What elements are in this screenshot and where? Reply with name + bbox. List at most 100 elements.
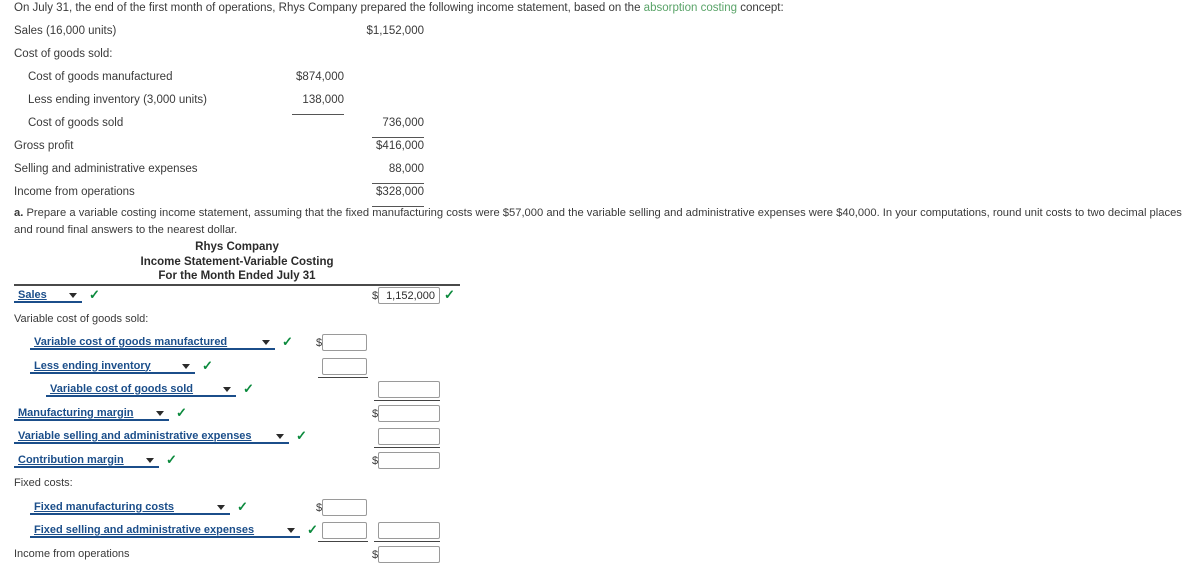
amount-checkmark-icon: ✓ [444, 288, 455, 302]
line-item-select[interactable]: Sales [14, 289, 82, 303]
given-statement-row: Selling and administrative expenses 88,00… [14, 160, 474, 183]
amount-input[interactable]: 1,152,000 [378, 287, 440, 304]
worksheet-row: Variable selling and administrative expe… [0, 427, 600, 451]
worksheet-row: Fixed selling and administrative expense… [0, 521, 600, 545]
amount-input[interactable] [322, 499, 367, 516]
checkmark-icon: ✓ [243, 382, 254, 396]
checkmark-icon: ✓ [166, 453, 177, 467]
amount-input[interactable] [322, 358, 367, 375]
worksheet-static-label: Fixed costs: [14, 477, 73, 489]
line-item-select[interactable]: Variable cost of goods manufactured [30, 336, 275, 350]
chevron-down-icon[interactable] [262, 340, 270, 345]
worksheet-period: For the Month Ended July 31 [14, 269, 460, 284]
line-item-select-value: Variable cost of goods sold [46, 383, 193, 395]
chevron-down-icon[interactable] [217, 505, 225, 510]
checkmark-icon: ✓ [237, 500, 248, 514]
question-paragraph: a. Prepare a variable costing income sta… [14, 205, 1192, 239]
question-marker: a. [14, 207, 23, 219]
intro-paragraph: On July 31, the end of the first month o… [14, 0, 1189, 16]
chevron-down-icon[interactable] [146, 458, 154, 463]
worksheet-static-label: Variable cost of goods sold: [14, 313, 148, 325]
amount-input-value [379, 382, 439, 383]
amount-input-value [323, 500, 366, 501]
checkmark-icon: ✓ [282, 335, 293, 349]
line-item-select-value: Contribution margin [14, 454, 124, 466]
amount-input-value [379, 523, 439, 524]
given-statement-row: Cost of goods sold: [14, 45, 474, 68]
given-statement-row: Income from operations$328,000 [14, 183, 474, 206]
line-item-select[interactable]: Variable selling and administrative expe… [14, 430, 289, 444]
amount-input-value [379, 547, 439, 548]
chevron-down-icon[interactable] [276, 434, 284, 439]
worksheet-rows: Sales✓$1,152,000✓Variable cost of goods … [0, 286, 600, 568]
amount-input[interactable] [378, 405, 440, 422]
given-row-amount-col1: 138,000 [229, 94, 344, 106]
chevron-down-icon[interactable] [182, 364, 190, 369]
given-row-label: Cost of goods sold: [14, 48, 112, 60]
given-subtotal-rule [372, 183, 424, 184]
given-row-label: Selling and administrative expenses [14, 163, 197, 175]
chevron-down-icon[interactable] [223, 387, 231, 392]
given-statement-row: Cost of goods manufactured $874,000 [14, 68, 474, 91]
line-item-select-value: Manufacturing margin [14, 407, 134, 419]
worksheet-row: Variable cost of goods sold ✓ [0, 380, 600, 404]
line-item-select[interactable]: Manufacturing margin [14, 407, 169, 421]
line-item-select-value: Variable selling and administrative expe… [14, 430, 252, 442]
checkmark-icon: ✓ [202, 359, 213, 373]
question-text: Prepare a variable costing income statem… [14, 207, 1182, 236]
amount-input[interactable] [378, 428, 440, 445]
line-item-select[interactable]: Less ending inventory [30, 360, 195, 374]
worksheet-title: Rhys Company Income Statement-Variable C… [14, 240, 460, 284]
checkmark-icon: ✓ [89, 288, 100, 302]
given-statement-row: Gross profit $416,000 [14, 137, 474, 160]
line-item-select[interactable]: Variable cost of goods sold [46, 383, 236, 397]
line-item-select[interactable]: Contribution margin [14, 454, 159, 468]
worksheet-page: On July 31, the end of the first month o… [0, 0, 1200, 558]
given-row-amount-col2: $416,000 [314, 140, 424, 152]
intro-text-before: On July 31, the end of the first month o… [14, 2, 644, 14]
amount-input[interactable] [378, 452, 440, 469]
given-row-amount-col1: $874,000 [229, 71, 344, 83]
given-statement-row: Sales (16,000 units)$1,152,000 [14, 22, 474, 45]
line-item-select[interactable]: Fixed selling and administrative expense… [30, 524, 300, 538]
worksheet-row: Fixed costs: [0, 474, 600, 498]
chevron-down-icon[interactable] [156, 411, 164, 416]
checkmark-icon: ✓ [176, 406, 187, 420]
chevron-down-icon[interactable] [69, 293, 77, 298]
line-item-select-value: Fixed manufacturing costs [30, 501, 174, 513]
given-income-statement: Sales (16,000 units)$1,152,000 Cost of go… [14, 22, 474, 210]
given-row-label: Cost of goods manufactured [28, 71, 172, 83]
chevron-down-icon[interactable] [287, 528, 295, 533]
line-item-select-value: Sales [14, 289, 47, 301]
worksheet-row: Variable cost of goods manufactured✓$ [0, 333, 600, 357]
given-row-label: Sales (16,000 units) [14, 25, 116, 37]
line-item-select[interactable]: Fixed manufacturing costs [30, 501, 230, 515]
worksheet-row: Sales✓$1,152,000✓ [0, 286, 600, 310]
worksheet-company-name: Rhys Company [14, 240, 460, 255]
amount-input[interactable] [378, 522, 440, 539]
given-subtotal-rule [372, 137, 424, 138]
given-statement-row: Cost of goods sold736,000 [14, 114, 474, 137]
amount-input[interactable] [322, 522, 367, 539]
line-item-select-value: Variable cost of goods manufactured [30, 336, 227, 348]
worksheet-row: Variable cost of goods sold: [0, 310, 600, 334]
amount-input-value [323, 523, 366, 524]
amount-input-value: 1,152,000 [379, 288, 439, 304]
worksheet-row: Manufacturing margin✓$ [0, 404, 600, 428]
amount-input[interactable] [378, 546, 440, 563]
amount-input[interactable] [378, 381, 440, 398]
given-row-amount-col2: 88,000 [314, 163, 424, 175]
absorption-costing-glossary-link[interactable]: absorption costing [644, 2, 737, 14]
checkmark-icon: ✓ [307, 523, 318, 537]
amount-input-value [323, 335, 366, 336]
given-statement-row: Less ending inventory (3,000 units) 138,0… [14, 91, 474, 114]
worksheet-statement-name: Income Statement-Variable Costing [14, 255, 460, 270]
worksheet-subtotal-rule-col2 [374, 400, 440, 401]
given-row-label: Less ending inventory (3,000 units) [28, 94, 207, 106]
amount-input[interactable] [322, 334, 367, 351]
given-row-amount-col2: 736,000 [314, 117, 424, 129]
given-row-label: Gross profit [14, 140, 73, 152]
checkmark-icon: ✓ [296, 429, 307, 443]
worksheet-subtotal-rule-col2 [374, 541, 440, 542]
given-row-amount-col2: $328,000 [314, 186, 424, 198]
